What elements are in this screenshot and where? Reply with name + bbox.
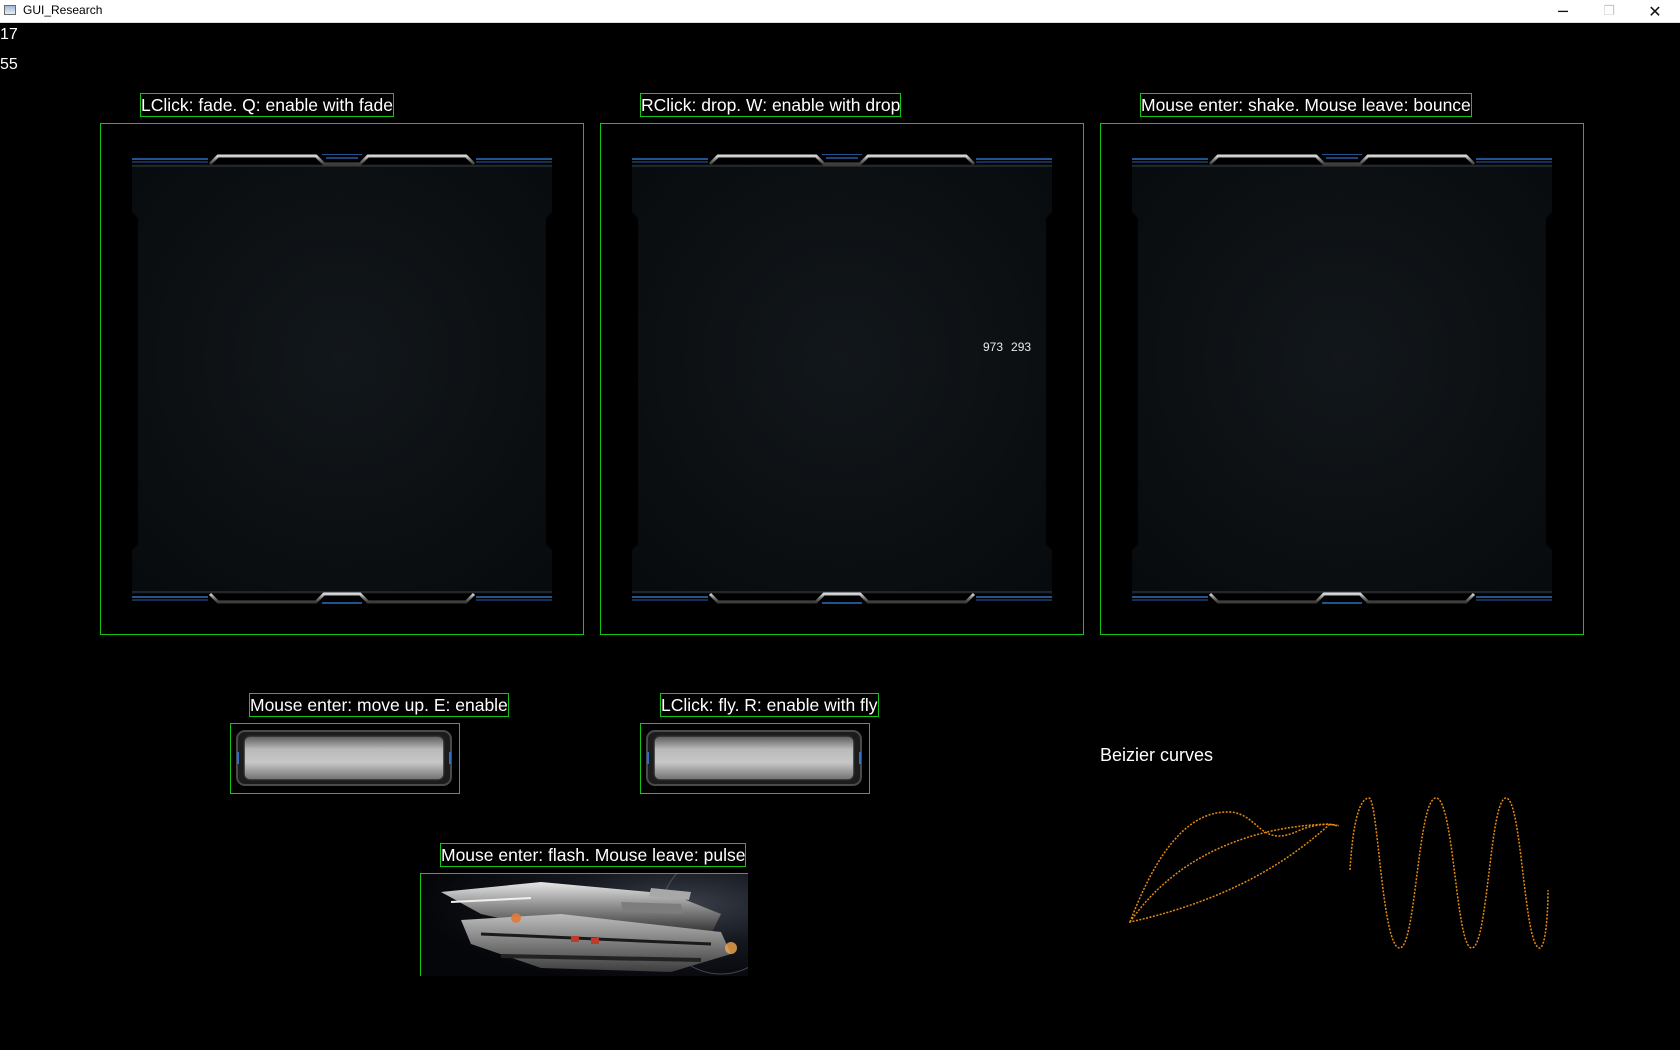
button-moveup-caption: Mouse enter: move up. E: enable (249, 693, 509, 717)
bezier-curve-wave (1349, 797, 1549, 949)
panel-fade[interactable] (132, 154, 552, 604)
cursor-readout: 973 293 (983, 340, 1039, 354)
minimize-icon[interactable]: ─ (1540, 0, 1586, 22)
image-widget-caption: Mouse enter: flash. Mouse leave: pulse (440, 843, 747, 867)
counter-1: 17 (0, 26, 18, 43)
panel-fade-frame[interactable] (100, 123, 584, 635)
bezier-curves-canvas (1128, 797, 1549, 949)
spaceship-image[interactable] (421, 874, 748, 976)
maximize-icon: ❐ (1603, 3, 1615, 19)
bezier-curve-inner (1129, 823, 1331, 923)
panel-shake-caption: Mouse enter: shake. Mouse leave: bounce (1140, 93, 1472, 117)
cursor-x: 973 (983, 340, 1004, 354)
curves-title: Beizier curves (1100, 745, 1214, 765)
cursor-y: 293 (1011, 340, 1032, 354)
button-moveup-frame[interactable] (230, 723, 460, 794)
fly-button[interactable] (646, 730, 862, 786)
bezier-curve-leaf (1128, 811, 1339, 924)
image-widget-frame[interactable] (420, 873, 748, 976)
button-fly-frame[interactable] (640, 723, 870, 794)
title-bar[interactable]: GUI_Research ─ ❐ ✕ (0, 0, 1680, 23)
close-icon[interactable]: ✕ (1632, 0, 1678, 22)
window-title: GUI_Research (23, 3, 103, 17)
button-fly-caption: LClick: fly. R: enable with fly (660, 693, 879, 717)
panel-shake[interactable] (1132, 154, 1552, 604)
panel-drop-frame[interactable]: 973 293 (600, 123, 1084, 635)
counter-2: 55 (0, 56, 18, 73)
panel-drop-caption: RClick: drop. W: enable with drop (640, 93, 902, 117)
panel-drop[interactable]: 973 293 (632, 154, 1052, 604)
panel-fade-caption: LClick: fade. Q: enable with fade (140, 93, 394, 117)
move-up-button[interactable] (236, 730, 452, 786)
panel-shake-frame[interactable] (1100, 123, 1584, 635)
window-app-icon (4, 5, 16, 15)
